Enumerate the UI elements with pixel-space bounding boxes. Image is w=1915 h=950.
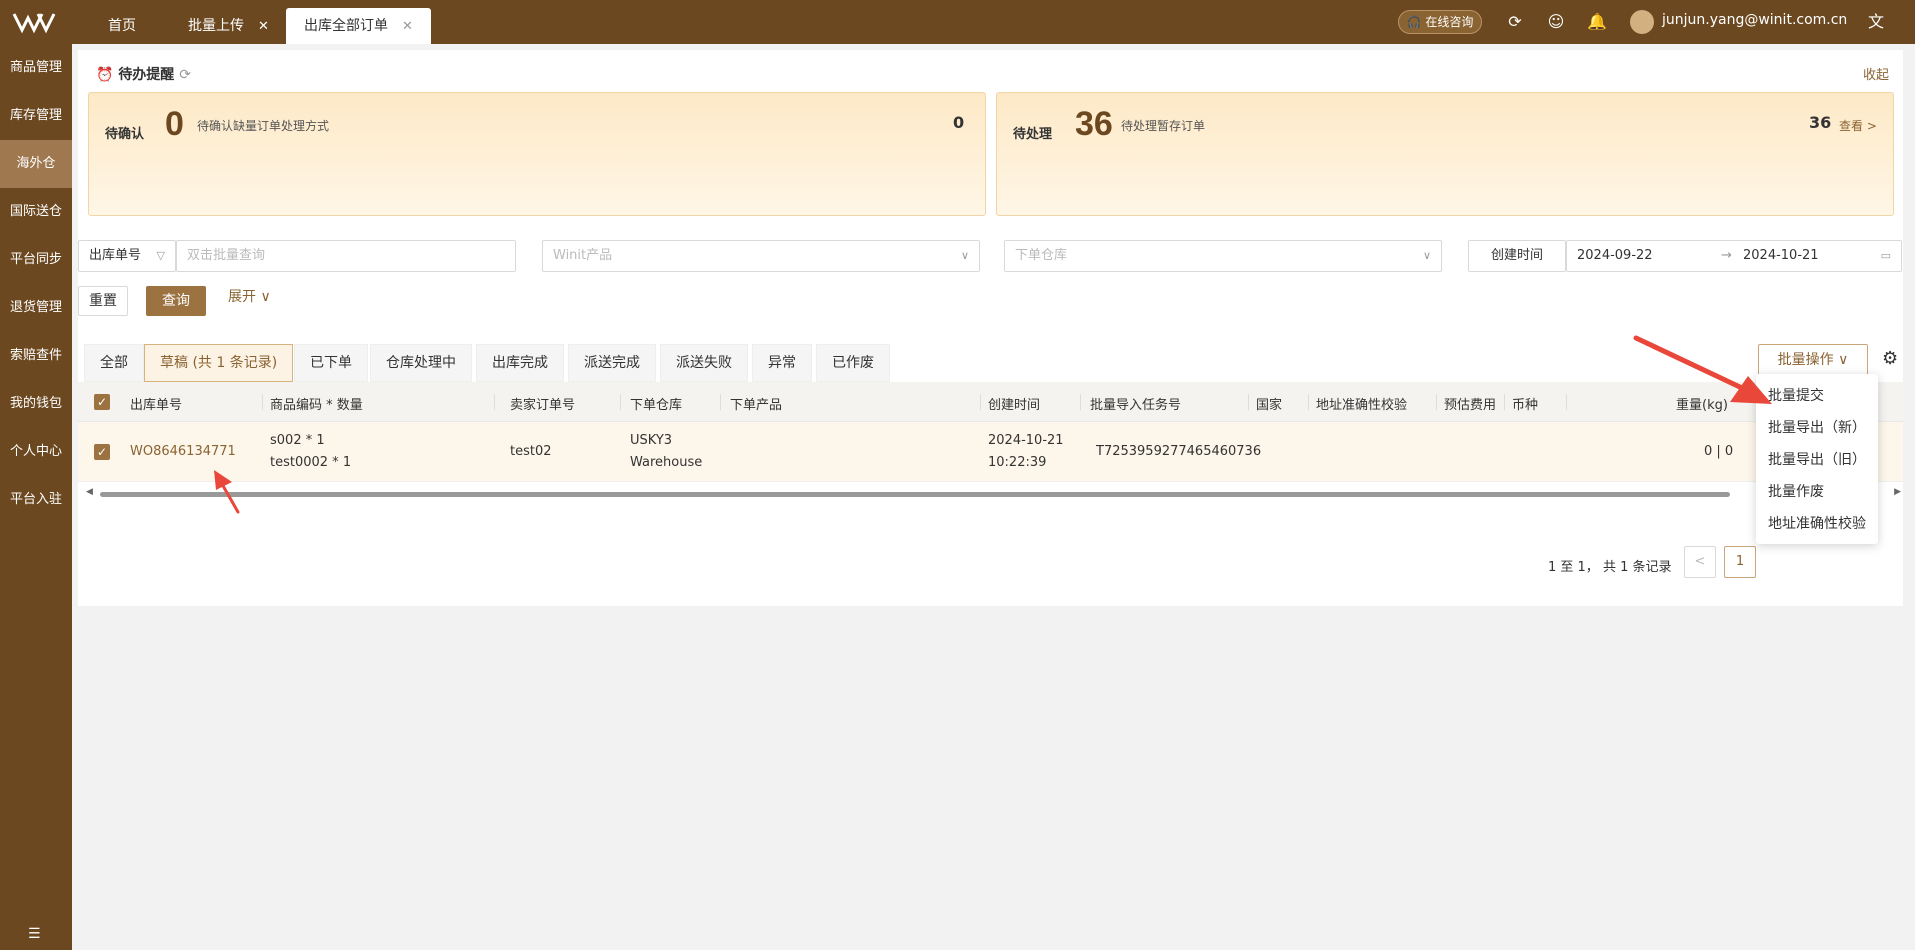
sidebar-item-inventory[interactable]: 库存管理 <box>0 92 72 140</box>
chevron-down-icon: ∨ <box>1838 352 1849 368</box>
date-range-picker[interactable]: 2024-09-22 → 2024-10-21 ▭ <box>1566 240 1902 272</box>
tab-exception[interactable]: 异常 <box>752 344 812 382</box>
sidebar-item-claims[interactable]: 索赔查件 <box>0 332 72 380</box>
pagination-summary: 1 至 1， 共 1 条记录 <box>1548 560 1672 575</box>
chevron-down-icon: ∨ <box>960 249 969 262</box>
created-time: 2024-10-21 10:22:39 <box>988 433 1064 470</box>
prev-page-button[interactable]: < <box>1684 546 1716 578</box>
seller-order: test02 <box>510 444 552 459</box>
sidebar-item-overseas[interactable]: 海外仓 <box>0 140 72 188</box>
query-button[interactable]: 查询 <box>146 286 206 316</box>
gear-icon[interactable]: ⚙ <box>1882 348 1898 369</box>
winit-logo[interactable] <box>12 10 58 34</box>
todo-confirm-number: 0 <box>165 105 184 143</box>
online-consult-button[interactable]: 🎧 在线咨询 <box>1398 10 1482 34</box>
sidebar-item-platform-join[interactable]: 平台入驻 <box>0 476 72 524</box>
tab-delivered[interactable]: 派送完成 <box>568 344 656 382</box>
tab-outbound-orders[interactable]: 出库全部订单 ✕ <box>286 8 431 44</box>
tab-batch-upload[interactable]: 批量上传 ✕ <box>170 8 287 44</box>
todo-confirm-box: 待确认 0 待确认缺量订单处理方式 0 <box>88 92 986 216</box>
translate-icon[interactable]: 文 <box>1866 12 1886 32</box>
date-start[interactable]: 2024-09-22 <box>1577 248 1653 263</box>
order-search-input[interactable]: 双击批量查询 <box>176 240 516 272</box>
todo-pending-number: 36 <box>1075 105 1113 143</box>
red-arrow-icon <box>214 470 240 514</box>
view-link[interactable]: 查看 > <box>1839 117 1877 134</box>
tab-processing[interactable]: 仓库处理中 <box>370 344 472 382</box>
order-number-link[interactable]: WO8646134771 <box>130 441 236 463</box>
date-type-label: 创建时间 <box>1468 240 1566 272</box>
chevron-down-icon: ∨ <box>260 289 271 305</box>
expand-link[interactable]: 展开 ∨ <box>228 286 271 306</box>
page-button-current[interactable]: 1 <box>1724 546 1756 578</box>
row-checkbox[interactable]: ✓ <box>94 444 110 460</box>
tab-home[interactable]: 首页 <box>90 8 154 44</box>
bell-icon[interactable]: 🔔 <box>1587 12 1607 32</box>
collapse-link[interactable]: 收起 <box>1863 64 1889 83</box>
red-arrow-icon <box>1633 335 1772 404</box>
batch-export-new-item[interactable]: 批量导出（新） <box>1756 412 1878 444</box>
sidebar: 商品管理 库存管理 海外仓 国际送仓 平台同步 退货管理 索赔查件 我的钱包 个… <box>0 44 72 950</box>
batch-void-item[interactable]: 批量作废 <box>1756 476 1878 508</box>
main-content: ⏰ 待办提醒 ⟳ 收起 待确认 0 待确认缺量订单处理方式 0 待处理 36 待… <box>72 44 1915 950</box>
menu-toggle-icon[interactable]: ☰ <box>28 926 41 942</box>
weight: 0 | 0 <box>1704 444 1734 459</box>
alarm-icon: ⏰ <box>96 67 114 83</box>
tab-outbound-done[interactable]: 出库完成 <box>476 344 564 382</box>
todo-pending-box: 待处理 36 待处理暂存订单 36 查看 > <box>996 92 1894 216</box>
batch-export-old-item[interactable]: 批量导出（旧） <box>1756 444 1878 476</box>
sidebar-item-returns[interactable]: 退货管理 <box>0 284 72 332</box>
user-email[interactable]: junjun.yang@winit.com.cn <box>1662 12 1847 28</box>
tab-voided[interactable]: 已作废 <box>816 344 890 382</box>
avatar[interactable] <box>1630 10 1654 34</box>
scroll-left-icon[interactable]: ◀ <box>86 487 93 497</box>
product-select[interactable]: Winit产品 ∨ <box>542 240 980 272</box>
sidebar-item-profile[interactable]: 个人中心 <box>0 428 72 476</box>
todo-title: ⏰ 待办提醒 ⟳ <box>96 67 191 83</box>
field-select[interactable]: 出库单号 ▽ <box>78 240 176 272</box>
sidebar-item-intl-delivery[interactable]: 国际送仓 <box>0 188 72 236</box>
horizontal-scrollbar[interactable]: ◀ ▶ <box>86 487 1901 498</box>
chevron-left-icon: < <box>1694 554 1706 569</box>
chevron-down-icon: ▽ <box>156 249 165 262</box>
reset-button[interactable]: 重置 <box>78 286 128 316</box>
calendar-icon: ▭ <box>1880 249 1891 262</box>
date-end[interactable]: 2024-10-21 <box>1743 241 1819 271</box>
sidebar-item-platform-sync[interactable]: 平台同步 <box>0 236 72 284</box>
feedback-icon[interactable]: ☺ <box>1546 12 1566 32</box>
sku-qty: s002 * 1 test0002 * 1 <box>270 433 352 470</box>
refresh-icon[interactable]: ⟳ <box>1505 12 1525 32</box>
scroll-right-icon[interactable]: ▶ <box>1894 487 1901 497</box>
refresh-icon[interactable]: ⟳ <box>179 67 191 83</box>
close-icon[interactable]: ✕ <box>258 19 269 34</box>
tab-all[interactable]: 全部 <box>84 344 144 382</box>
warehouse-select[interactable]: 下单仓库 ∨ <box>1004 240 1442 272</box>
select-all-checkbox[interactable]: ✓ <box>94 394 110 410</box>
tab-draft[interactable]: 草稿 (共 1 条记录) <box>144 344 294 382</box>
top-bar: 首页 批量上传 ✕ 出库全部订单 ✕ 🎧 在线咨询 ⟳ ☺ 🔔 junjun.yan… <box>0 0 1915 44</box>
close-icon[interactable]: ✕ <box>402 19 413 34</box>
sidebar-item-products[interactable]: 商品管理 <box>0 44 72 92</box>
warehouse: USKY3 Warehouse <box>630 433 703 470</box>
address-validate-item[interactable]: 地址准确性校验 <box>1756 508 1878 540</box>
sidebar-item-wallet[interactable]: 我的钱包 <box>0 380 72 428</box>
scroll-thumb[interactable] <box>100 492 1730 497</box>
chevron-down-icon: ∨ <box>1422 249 1431 262</box>
tab-delivery-failed[interactable]: 派送失败 <box>660 344 748 382</box>
headset-icon: 🎧 <box>1406 15 1422 29</box>
task-number: T7253959277465460736 <box>1096 444 1262 459</box>
table-row[interactable]: ✓ WO8646134771 s002 * 1 test0002 * 1 tes… <box>78 422 1903 482</box>
filter-card: 出库单号 ▽ 双击批量查询 Winit产品 ∨ 下单仓库 ∨ 创建时间 2024-09… <box>78 230 1903 330</box>
todo-card: ⏰ 待办提醒 ⟳ 收起 待确认 0 待确认缺量订单处理方式 0 待处理 36 待… <box>78 50 1903 230</box>
arrow-right-icon: → <box>1721 248 1732 263</box>
tab-ordered[interactable]: 已下单 <box>294 344 368 382</box>
